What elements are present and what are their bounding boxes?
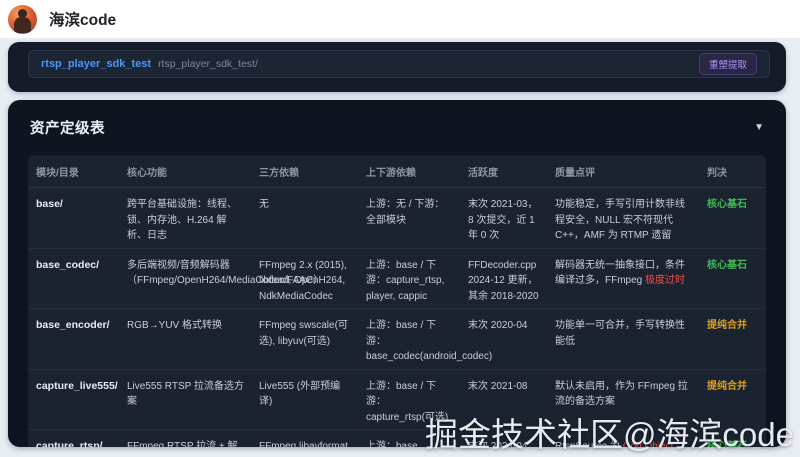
cell-quality: 功能单一可合并，手写转换性能低 <box>555 320 685 347</box>
column-header: 判决 <box>707 167 727 179</box>
column-header: 活跃度 <box>468 167 498 179</box>
cell-module: base_encoder/ <box>36 319 110 331</box>
table-row: capture_live555/Live555 RTSP 拉流备选方案 Live5… <box>28 370 766 430</box>
asset-rating-panel: 资产定级表 ▼ 模块/目录 核心功能 三方依赖 上下游依赖 活跃度 质量点评 判决 base… <box>8 100 786 447</box>
column-header: 三方依赖 <box>259 167 299 179</box>
cell-deps: 无 <box>259 199 269 210</box>
repo-panel: rtsp_player_sdk_test rtsp_player_sdk_tes… <box>8 42 786 92</box>
cell-quality: 解码器无统一抽象接口，条件编译过多，FFmpeg 极度过时 <box>555 259 686 287</box>
cell-verdict: 核心基石 <box>707 259 747 271</box>
author-bar: 海滨code <box>0 0 800 38</box>
collapse-triangle-icon[interactable]: ▼ <box>754 122 764 133</box>
repo-box: rtsp_player_sdk_test rtsp_player_sdk_tes… <box>28 50 770 78</box>
column-header: 上下游依赖 <box>366 167 416 179</box>
cell-deps: FFmpeg swscale(可选), libyuv(可选) <box>259 320 348 347</box>
cell-core: RGB→YUV 格式转换 <box>127 320 223 331</box>
quality-warning: God Object <box>622 441 674 447</box>
cell-activity: 末次 2021-03，8 次提交，近 1 年 0 次 <box>468 199 538 241</box>
cell-verdict: 核心基石 <box>707 441 747 447</box>
cell-core: 多后端视频/音频解码器（FFmpeg/OpenH264/MediaCodec/F… <box>127 259 324 287</box>
cell-activity: 末次 2020-04 <box>468 320 528 331</box>
section-title: 资产定级表 <box>30 121 105 137</box>
cell-deps: FFmpeg 2.x (2015), libfaad, OpenH264, Nd… <box>259 259 347 302</box>
cell-activity: FFDecoder.cpp 2024-12 更新，其余 2018-2020 <box>468 259 539 302</box>
section-header: 资产定级表 ▼ <box>8 100 786 155</box>
cell-core: 跨平台基础设施：线程、锁、内存池、H.264 解析、日志 <box>127 199 237 241</box>
column-header: 核心功能 <box>127 167 167 179</box>
re-extract-button[interactable]: 重塑提取 <box>698 53 757 75</box>
cell-activity: 末次 2024-04，最活跃 <box>468 441 538 447</box>
table-header: 模块/目录 核心功能 三方依赖 上下游依赖 活跃度 质量点评 判决 <box>28 155 766 188</box>
quality-warning: 极度过时 <box>645 275 686 286</box>
cell-quality: 默认未启用，作为 FFmpeg 拉流的备选方案 <box>555 380 688 408</box>
cell-module: base/ <box>36 198 63 210</box>
cell-module: capture_live555/ <box>36 379 118 392</box>
cell-deps: Live555 (外部预编译) <box>259 380 341 408</box>
table-row: base_codec/多后端视频/音频解码器（FFmpeg/OpenH264/M… <box>28 249 766 309</box>
repo-path: rtsp_player_sdk_test/ <box>158 58 258 70</box>
cell-deps: FFmpeg libavformat, NdkMediaCodec <box>259 441 351 447</box>
cell-verdict: 核心基石 <box>707 199 747 210</box>
cell-updown: 上游：base / 下游：capture_rtsp, player, cappi… <box>366 259 445 302</box>
asset-table: 模块/目录 核心功能 三方依赖 上下游依赖 活跃度 质量点评 判决 base/跨平台基础设施… <box>28 155 766 447</box>
table-row: base_encoder/RGB→YUV 格式转换 FFmpeg swscale(… <box>28 309 766 370</box>
cell-updown: 上游：无 / 下游：全部模块 <box>366 199 445 226</box>
cell-module: base_codec/ <box>36 258 100 271</box>
repo-link[interactable]: rtsp_player_sdk_test <box>41 58 151 70</box>
cell-updown: 上游：base / 下游：capture_rtsp(可选) <box>366 380 449 423</box>
author-avatar <box>8 4 37 34</box>
cell-verdict: 提纯合并 <box>707 320 747 331</box>
cell-updown: 上游：base / 下游：base_codec(android_codec) <box>366 320 493 362</box>
cell-activity: 末次 2021-08 <box>468 380 528 392</box>
cell-core: FFmpeg RTSP 拉流 + 解码 + 缓冲 + 录制管线 <box>127 441 238 447</box>
cell-quality: RtspSource 为 God Object（3000+ 行），5~6 个文件… <box>555 439 707 447</box>
cell-quality: 功能稳定，手写引用计数非线程安全，NULL 宏不符现代 C++，AMF 为 RT… <box>555 199 685 241</box>
table-body: base/跨平台基础设施：线程、锁、内存池、H.264 解析、日志 无 上游：无 /… <box>28 188 766 447</box>
cell-core: Live555 RTSP 拉流备选方案 <box>127 380 244 408</box>
author-name: 海滨code <box>49 12 117 29</box>
table-row: capture_rtsp/FFmpeg RTSP 拉流 + 解码 + 缓冲 + … <box>28 430 766 447</box>
cell-verdict: 提纯合并 <box>707 380 747 392</box>
table-row: base/跨平台基础设施：线程、锁、内存池、H.264 解析、日志 无 上游：无 /… <box>28 188 766 249</box>
cell-module: capture_rtsp/ <box>36 440 103 447</box>
column-header: 质量点评 <box>555 167 595 179</box>
column-header: 模块/目录 <box>36 167 79 179</box>
cell-updown: 上游：base, base_codec, record / 下游：player_… <box>366 441 421 447</box>
